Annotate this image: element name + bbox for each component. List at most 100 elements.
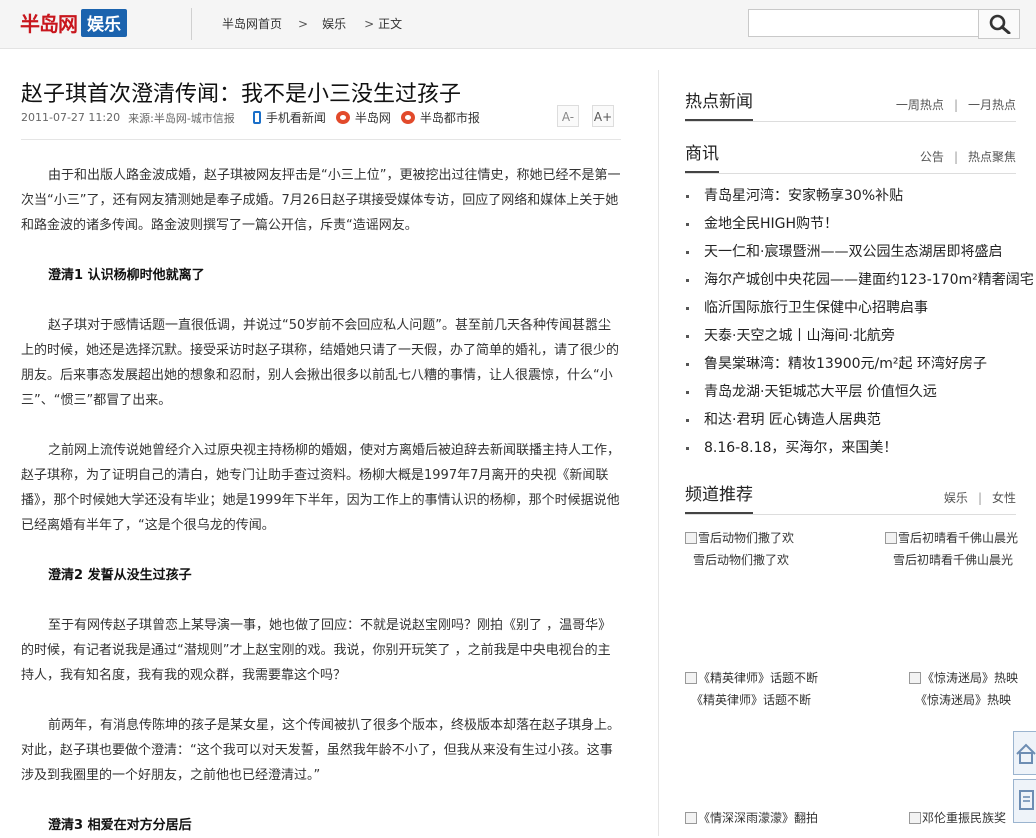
mobile-news-link[interactable]: 手机看新闻: [252, 109, 326, 126]
broken-image[interactable]: 《精英律师》话题不断: [685, 667, 818, 689]
channel-card[interactable]: 雪后初晴看千佛山晨光 雪后初晴看千佛山晨光: [885, 527, 1018, 571]
broken-image[interactable]: 《情深深雨濛濛》翻拍: [685, 807, 818, 829]
article-paragraph: 至于有网传赵子琪曾恋上某导演一事，她也做了回应：不就是说赵宝刚吗？刚拍《别了 ，…: [21, 618, 612, 683]
phone-icon: [252, 111, 261, 124]
tab-entertainment[interactable]: 娱乐: [944, 491, 968, 505]
chevron-right-icon: >: [364, 16, 375, 31]
card-caption[interactable]: 《精英律师》话题不断: [685, 689, 818, 711]
search-button[interactable]: [978, 9, 1020, 39]
breadcrumb-home[interactable]: 半岛网首页: [222, 15, 282, 32]
channel-title: 频道推荐: [685, 484, 753, 514]
business-news-list: 青岛星河湾：安家畅享30%补贴 金地全民HIGH购节！ 天一仁和·宸璟暨洲——双…: [685, 182, 1034, 462]
news-link[interactable]: 临沂国际旅行卫生保健中心招聘启事: [704, 300, 928, 316]
list-item[interactable]: 金地全民HIGH购节！: [685, 210, 1034, 238]
broken-image-icon: [685, 672, 697, 684]
home-float-button[interactable]: [1013, 731, 1036, 775]
breadcrumb-current: 正文: [378, 17, 403, 31]
image-alt-text: 雪后动物们撒了欢: [698, 531, 795, 545]
news-link[interactable]: 天泰·天空之城丨山海间·北航旁: [704, 328, 895, 344]
card-caption[interactable]: 雪后动物们撒了欢: [685, 549, 794, 571]
home-icon: [1016, 743, 1036, 764]
list-icon: [1019, 790, 1034, 810]
channel-badge: 娱乐: [81, 8, 127, 37]
article-title: 赵子琪首次澄清传闻：我不是小三没生过孩子: [21, 82, 462, 107]
article-body: 由于和出版人路金波成婚，赵子琪被网友抨击是“小三上位”，更被挖出过往情史，称她已…: [21, 163, 621, 838]
image-alt-text: 《情深深雨濛濛》翻拍: [698, 811, 819, 825]
publish-date: 2011-07-27 11:20: [21, 111, 121, 124]
bandao-daily-weibo-link[interactable]: 半岛都市报: [400, 109, 480, 126]
bandao-daily-weibo-label: 半岛都市报: [419, 111, 480, 125]
news-link[interactable]: 8.16-8.18，买海尔，来国美！: [704, 440, 897, 456]
channel-card[interactable]: 邓伦重振民族奖: [909, 807, 1006, 829]
channel-card[interactable]: 《情深深雨濛濛》翻拍: [685, 807, 818, 829]
list-item[interactable]: 天一仁和·宸璟暨洲——双公园生态湖居即将盛启: [685, 238, 1034, 266]
tab-hot-focus[interactable]: 热点聚焦: [968, 150, 1016, 164]
image-alt-text: 邓伦重振民族奖: [922, 811, 1007, 825]
broken-image[interactable]: 雪后初晴看千佛山晨光: [885, 527, 1018, 549]
logo-text: 半岛网: [20, 12, 78, 36]
list-item[interactable]: 天泰·天空之城丨山海间·北航旁: [685, 322, 1034, 350]
column-divider: [658, 70, 659, 836]
breadcrumb-entertainment[interactable]: 娱乐: [322, 15, 346, 32]
search-input[interactable]: [748, 9, 980, 37]
list-item[interactable]: 临沂国际旅行卫生保健中心招聘启事: [685, 294, 1034, 322]
channel-card[interactable]: 《精英律师》话题不断 《精英律师》话题不断: [685, 667, 818, 711]
tab-women[interactable]: 女性: [992, 491, 1016, 505]
mobile-news-label: 手机看新闻: [265, 111, 326, 125]
broken-image[interactable]: 雪后动物们撒了欢: [685, 527, 794, 549]
channel-card[interactable]: 雪后动物们撒了欢 雪后动物们撒了欢: [685, 527, 794, 571]
top-header: 半岛网 娱乐 半岛网首页 > 娱乐 > 正文: [0, 0, 1036, 49]
bandao-weibo-link[interactable]: 半岛网: [335, 109, 391, 126]
channel-card[interactable]: 《惊涛迷局》热映 《惊涛迷局》热映: [909, 667, 1018, 711]
article-paragraph: 前两年，有消息传陈坤的孩子是某女星，这个传闻被扒了很多个版本，终极版本却落在赵子…: [21, 718, 621, 783]
font-smaller-button[interactable]: A-: [557, 105, 579, 127]
chevron-right-icon: >: [298, 16, 309, 31]
list-item[interactable]: 8.16-8.18，买海尔，来国美！: [685, 434, 1034, 462]
hot-news-header: 热点新闻 一周热点 | 一月热点: [685, 91, 1016, 122]
list-item[interactable]: 青岛龙湖·天钜城芯大平层 价值恒久远: [685, 378, 1034, 406]
search-icon: [989, 14, 1011, 34]
broken-image[interactable]: 邓伦重振民族奖: [909, 807, 1006, 829]
tab-month-hot[interactable]: 一月热点: [968, 98, 1016, 112]
broken-image-icon: [909, 812, 921, 824]
list-float-button[interactable]: [1013, 779, 1036, 823]
list-item[interactable]: 鲁昊棠琳湾：精妆13900元/m²起 环湾好房子: [685, 350, 1034, 378]
tab-notice[interactable]: 公告: [920, 150, 944, 164]
broken-image[interactable]: 《惊涛迷局》热映: [909, 667, 1018, 689]
tab-week-hot[interactable]: 一周热点: [896, 98, 944, 112]
search-bar: [748, 9, 1020, 39]
list-item[interactable]: 和达·君玥 匠心铸造人居典范: [685, 406, 1034, 434]
article-subheading: 澄清1 认识杨柳时他就离了: [48, 268, 205, 283]
broken-image-icon: [909, 672, 921, 684]
article-meta: 2011-07-27 11:20 来源:半岛网-城市信报 手机看新闻 半岛网 半…: [21, 109, 480, 126]
card-caption[interactable]: 雪后初晴看千佛山晨光: [885, 549, 1018, 571]
news-link[interactable]: 和达·君玥 匠心铸造人居典范: [704, 412, 881, 428]
list-item[interactable]: 海尔产城创中央花园——建面约123-170m²精奢阔宅: [685, 266, 1034, 294]
article-subheading: 澄清2 发誓从没生过孩子: [48, 568, 192, 583]
image-alt-text: 《精英律师》话题不断: [698, 671, 819, 685]
image-alt-text: 《惊涛迷局》热映: [922, 671, 1019, 685]
font-larger-button[interactable]: A+: [592, 105, 614, 127]
news-link[interactable]: 天一仁和·宸璟暨洲——双公园生态湖居即将盛启: [704, 244, 1002, 260]
broken-image-icon: [685, 532, 697, 544]
broken-image-icon: [685, 812, 697, 824]
article-paragraph: 由于和出版人路金波成婚，赵子琪被网友抨击是“小三上位”，更被挖出过往情史，称她已…: [21, 168, 621, 233]
news-link[interactable]: 金地全民HIGH购节！: [704, 216, 838, 232]
news-link[interactable]: 鲁昊棠琳湾：精妆13900元/m²起 环湾好房子: [704, 356, 987, 372]
hot-news-title: 热点新闻: [685, 91, 753, 121]
news-link[interactable]: 青岛龙湖·天钜城芯大平层 价值恒久远: [704, 384, 937, 400]
article-paragraph: 之前网上流传说她曾经介入过原央视主持杨柳的婚姻，使对方离婚后被迫辞去新闻联播主持…: [21, 443, 621, 533]
image-alt-text: 雪后初晴看千佛山晨光: [898, 531, 1019, 545]
bandao-weibo-label: 半岛网: [354, 111, 391, 125]
business-title: 商讯: [685, 143, 719, 173]
news-link[interactable]: 青岛星河湾：安家畅享30%补贴: [704, 188, 903, 204]
weibo-icon: [400, 111, 415, 124]
channel-tabs: 娱乐 | 女性: [943, 491, 1016, 505]
list-item[interactable]: 青岛星河湾：安家畅享30%补贴: [685, 182, 1034, 210]
breadcrumb: 半岛网首页 > 娱乐 > 正文: [222, 15, 402, 32]
news-link[interactable]: 海尔产城创中央花园——建面约123-170m²精奢阔宅: [704, 272, 1034, 288]
card-caption[interactable]: 《惊涛迷局》热映: [909, 689, 1018, 711]
site-logo[interactable]: 半岛网 娱乐: [20, 8, 127, 37]
weibo-icon: [335, 111, 350, 124]
meta-divider: [21, 139, 621, 140]
